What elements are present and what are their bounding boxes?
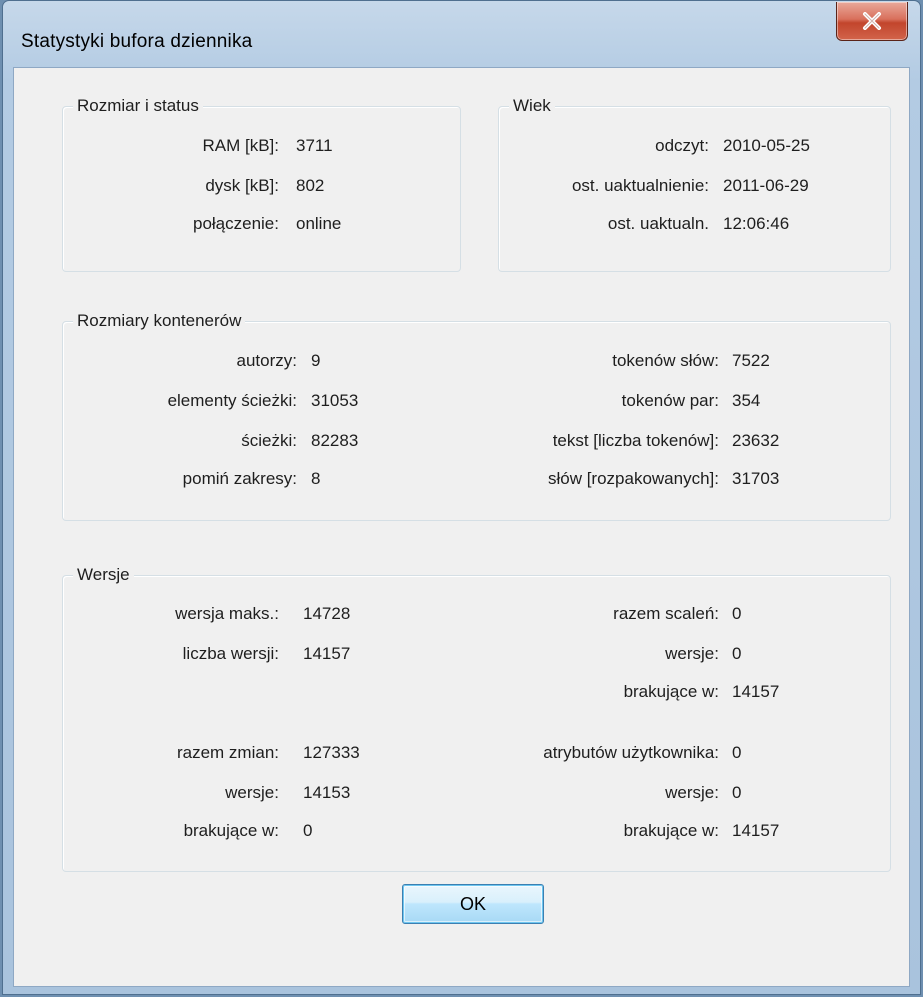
- total-changes-label: razem zmian:: [176, 743, 279, 762]
- last-update-time-label: ost. uaktualn.: [607, 214, 709, 233]
- max-version-label: wersja maks.:: [175, 604, 279, 623]
- version-count-value: 14157: [303, 644, 351, 663]
- disk-value: 802: [296, 176, 325, 195]
- merges-versions-value: 0: [732, 644, 742, 663]
- containers-legend: Rozmiary kontenerów: [73, 311, 246, 331]
- merges-missing-label: brakujące w:: [623, 682, 719, 701]
- attributes-versions-label: wersje:: [665, 783, 719, 802]
- path-elements-value: 31053: [311, 391, 359, 410]
- attributes-missing-label: brakujące w:: [623, 821, 719, 840]
- changes-versions-value: 14153: [303, 783, 351, 802]
- path-elements-label: elementy ścieżki:: [167, 391, 297, 410]
- versions-legend: Wersje: [73, 565, 134, 585]
- pair-tokens-label: tokenów par:: [621, 391, 719, 410]
- ok-button[interactable]: OK: [402, 884, 544, 924]
- age-legend: Wiek: [509, 96, 555, 116]
- window-title: Statystyki bufora dziennika: [21, 31, 253, 52]
- size-status-legend: Rozmiar i status: [73, 96, 203, 116]
- dialog-window: Statystyki bufora dziennika Rozmiar i st…: [2, 0, 921, 995]
- skip-ranges-label: pomiń zakresy:: [182, 469, 297, 488]
- ram-label: RAM [kB]:: [202, 136, 279, 155]
- close-button[interactable]: [836, 2, 908, 41]
- attributes-missing-value: 14157: [732, 821, 780, 840]
- connection-value: online: [296, 214, 342, 233]
- unpacked-words-label: słów [rozpakowanych]:: [547, 469, 719, 488]
- last-update-value: 2011-06-29: [723, 176, 809, 195]
- max-version-value: 14728: [303, 604, 351, 623]
- word-tokens-value: 7522: [732, 351, 770, 370]
- paths-label: ścieżki:: [241, 431, 297, 450]
- title-bar[interactable]: Statystyki bufora dziennika: [3, 1, 920, 71]
- user-attributes-label: atrybutów użytkownika:: [543, 743, 719, 762]
- merges-versions-label: wersje:: [665, 644, 719, 663]
- changes-missing-value: 0: [303, 821, 313, 840]
- pair-tokens-value: 354: [732, 391, 761, 410]
- changes-missing-label: brakujące w:: [183, 821, 279, 840]
- paths-value: 82283: [311, 431, 359, 450]
- close-icon: [863, 12, 881, 30]
- authors-label: autorzy:: [236, 351, 297, 370]
- disk-label: dysk [kB]:: [205, 176, 279, 195]
- total-changes-value: 127333: [303, 743, 360, 762]
- ram-value: 3711: [296, 136, 333, 155]
- total-merges-value: 0: [732, 604, 742, 623]
- authors-value: 9: [311, 351, 321, 370]
- merges-missing-value: 14157: [732, 682, 780, 701]
- connection-label: połączenie:: [192, 214, 279, 233]
- total-merges-label: razem scaleń:: [613, 604, 719, 623]
- version-count-label: liczba wersji:: [182, 644, 279, 663]
- last-update-time-value: 12:06:46: [723, 214, 790, 233]
- word-tokens-label: tokenów słów:: [612, 351, 719, 370]
- text-tokens-label: tekst [liczba tokenów]:: [552, 431, 719, 450]
- attributes-versions-value: 0: [732, 783, 742, 802]
- read-value: 2010-05-25: [723, 136, 810, 155]
- last-update-label: ost. uaktualnienie:: [571, 176, 709, 195]
- unpacked-words-value: 31703: [732, 469, 780, 488]
- skip-ranges-value: 8: [311, 469, 321, 488]
- user-attributes-value: 0: [732, 743, 742, 762]
- read-label: odczyt:: [655, 136, 709, 155]
- text-tokens-value: 23632: [732, 431, 780, 450]
- changes-versions-label: wersje:: [225, 783, 279, 802]
- dialog-client-area: Rozmiar i status RAM [kB]: 3711 dysk [kB…: [13, 67, 910, 987]
